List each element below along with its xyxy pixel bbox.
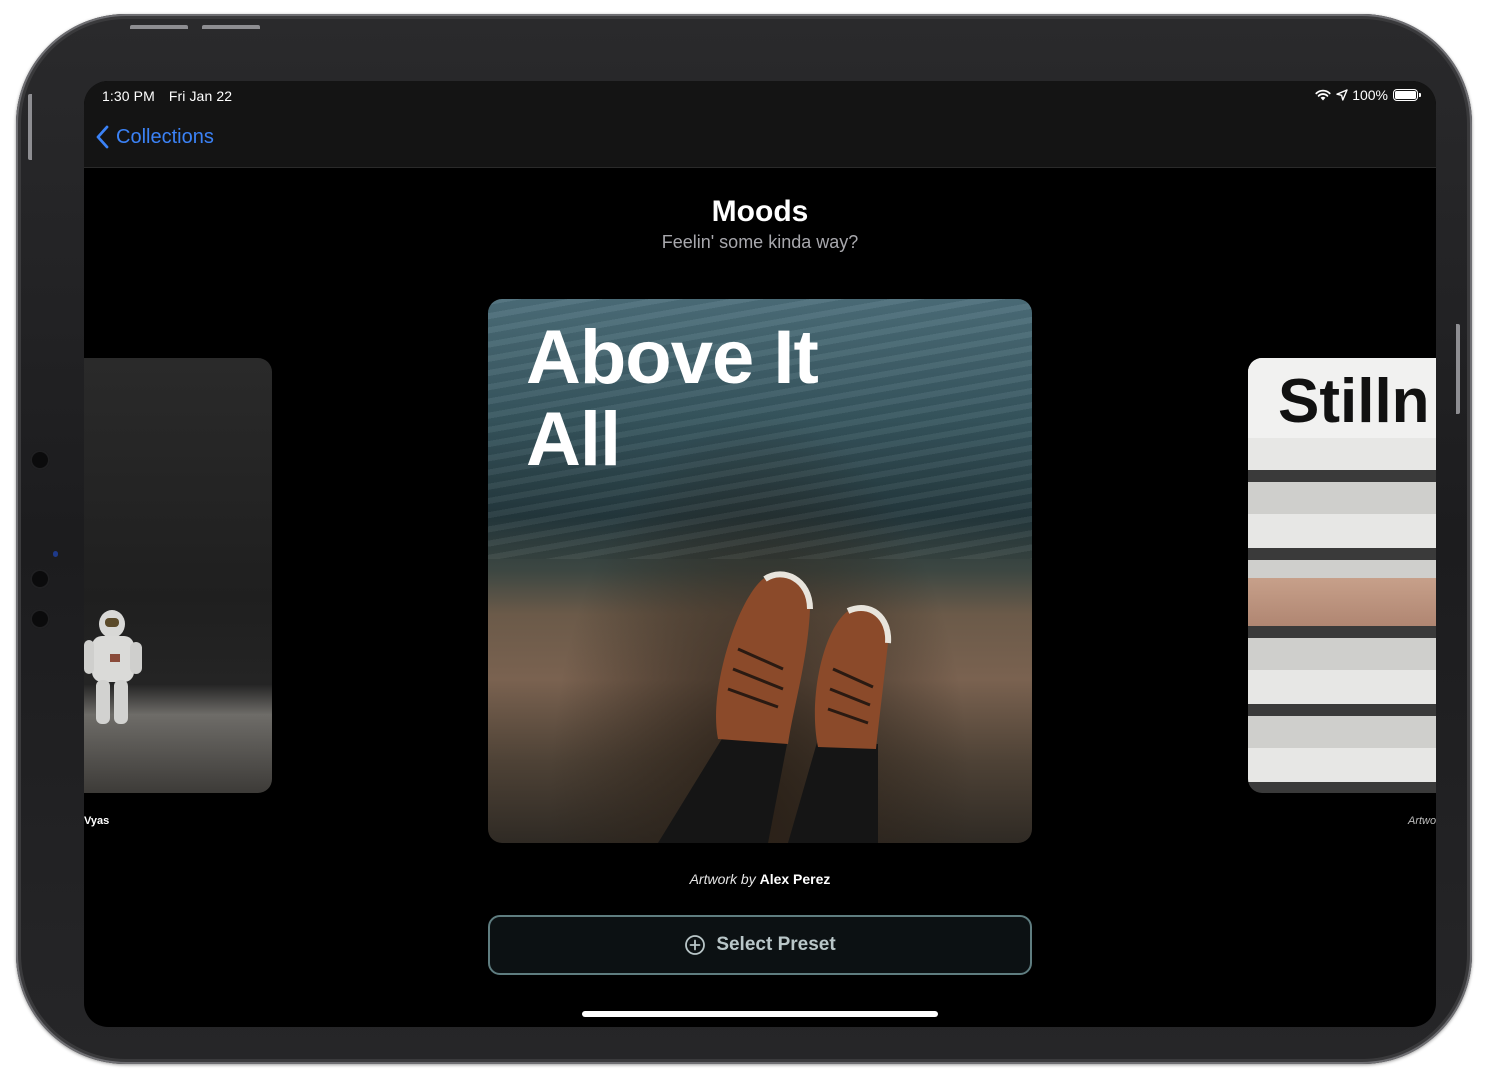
location-arrow-icon: [1336, 89, 1348, 101]
camera-indicator: [53, 551, 58, 557]
arm-figure: [1248, 578, 1436, 626]
preset-card-current[interactable]: Above It All: [488, 299, 1032, 843]
sensor-dot: [30, 569, 50, 589]
collection-title: Moods: [711, 195, 809, 228]
artwork-credit: Artwork by Alex Perez: [84, 871, 1436, 887]
card-title: Above It All: [526, 315, 819, 482]
card-title-line: All: [526, 397, 621, 482]
battery-fill: [1395, 91, 1416, 99]
battery-percent: 100%: [1352, 87, 1388, 103]
hardware-button-top: [130, 25, 188, 29]
plus-circle-icon: [685, 935, 706, 955]
battery-icon: [1393, 89, 1421, 101]
sensor-dot: [30, 450, 50, 470]
preset-card-next[interactable]: Stilln: [1248, 358, 1436, 793]
chevron-left-icon: [96, 125, 109, 149]
card-credit-next: Artwo: [1408, 815, 1436, 827]
hardware-button-side: [28, 94, 32, 160]
sneakers-illustration: [658, 571, 892, 843]
card-title-line: Above It: [526, 315, 819, 400]
credit-artist[interactable]: Alex Perez: [760, 871, 831, 887]
screen: 1:30 PM Fri Jan 22 100% Collections Mood…: [84, 81, 1436, 1027]
home-indicator[interactable]: [582, 1011, 938, 1017]
astronaut-figure: [84, 610, 142, 724]
hardware-button-top: [202, 25, 260, 29]
status-bar-right: 100%: [1315, 87, 1421, 103]
card-credit-previous: Vyas: [84, 815, 110, 827]
preset-card-previous[interactable]: [84, 358, 272, 793]
back-button[interactable]: Collections: [96, 125, 214, 149]
sensor-dot: [30, 609, 50, 629]
status-time: 1:30 PM: [102, 88, 155, 104]
select-preset-button[interactable]: Select Preset: [488, 915, 1032, 975]
hardware-button-right: [1456, 324, 1460, 414]
wifi-icon: [1315, 89, 1331, 101]
credit-prefix: Artwork by: [689, 871, 756, 887]
status-bar-left: 1:30 PM Fri Jan 22: [102, 88, 242, 104]
back-button-label: Collections: [116, 125, 214, 148]
select-preset-label: Select Preset: [716, 934, 836, 955]
ipad-frame: 1:30 PM Fri Jan 22 100% Collections Mood…: [16, 14, 1472, 1064]
collection-subtitle: Feelin' some kinda way?: [661, 232, 859, 252]
navigation-bar: 1:30 PM Fri Jan 22 100% Collections: [84, 81, 1436, 168]
battery-nub: [1419, 93, 1421, 97]
card-title-next: Stilln: [1278, 367, 1430, 436]
status-date: Fri Jan 22: [168, 88, 233, 104]
